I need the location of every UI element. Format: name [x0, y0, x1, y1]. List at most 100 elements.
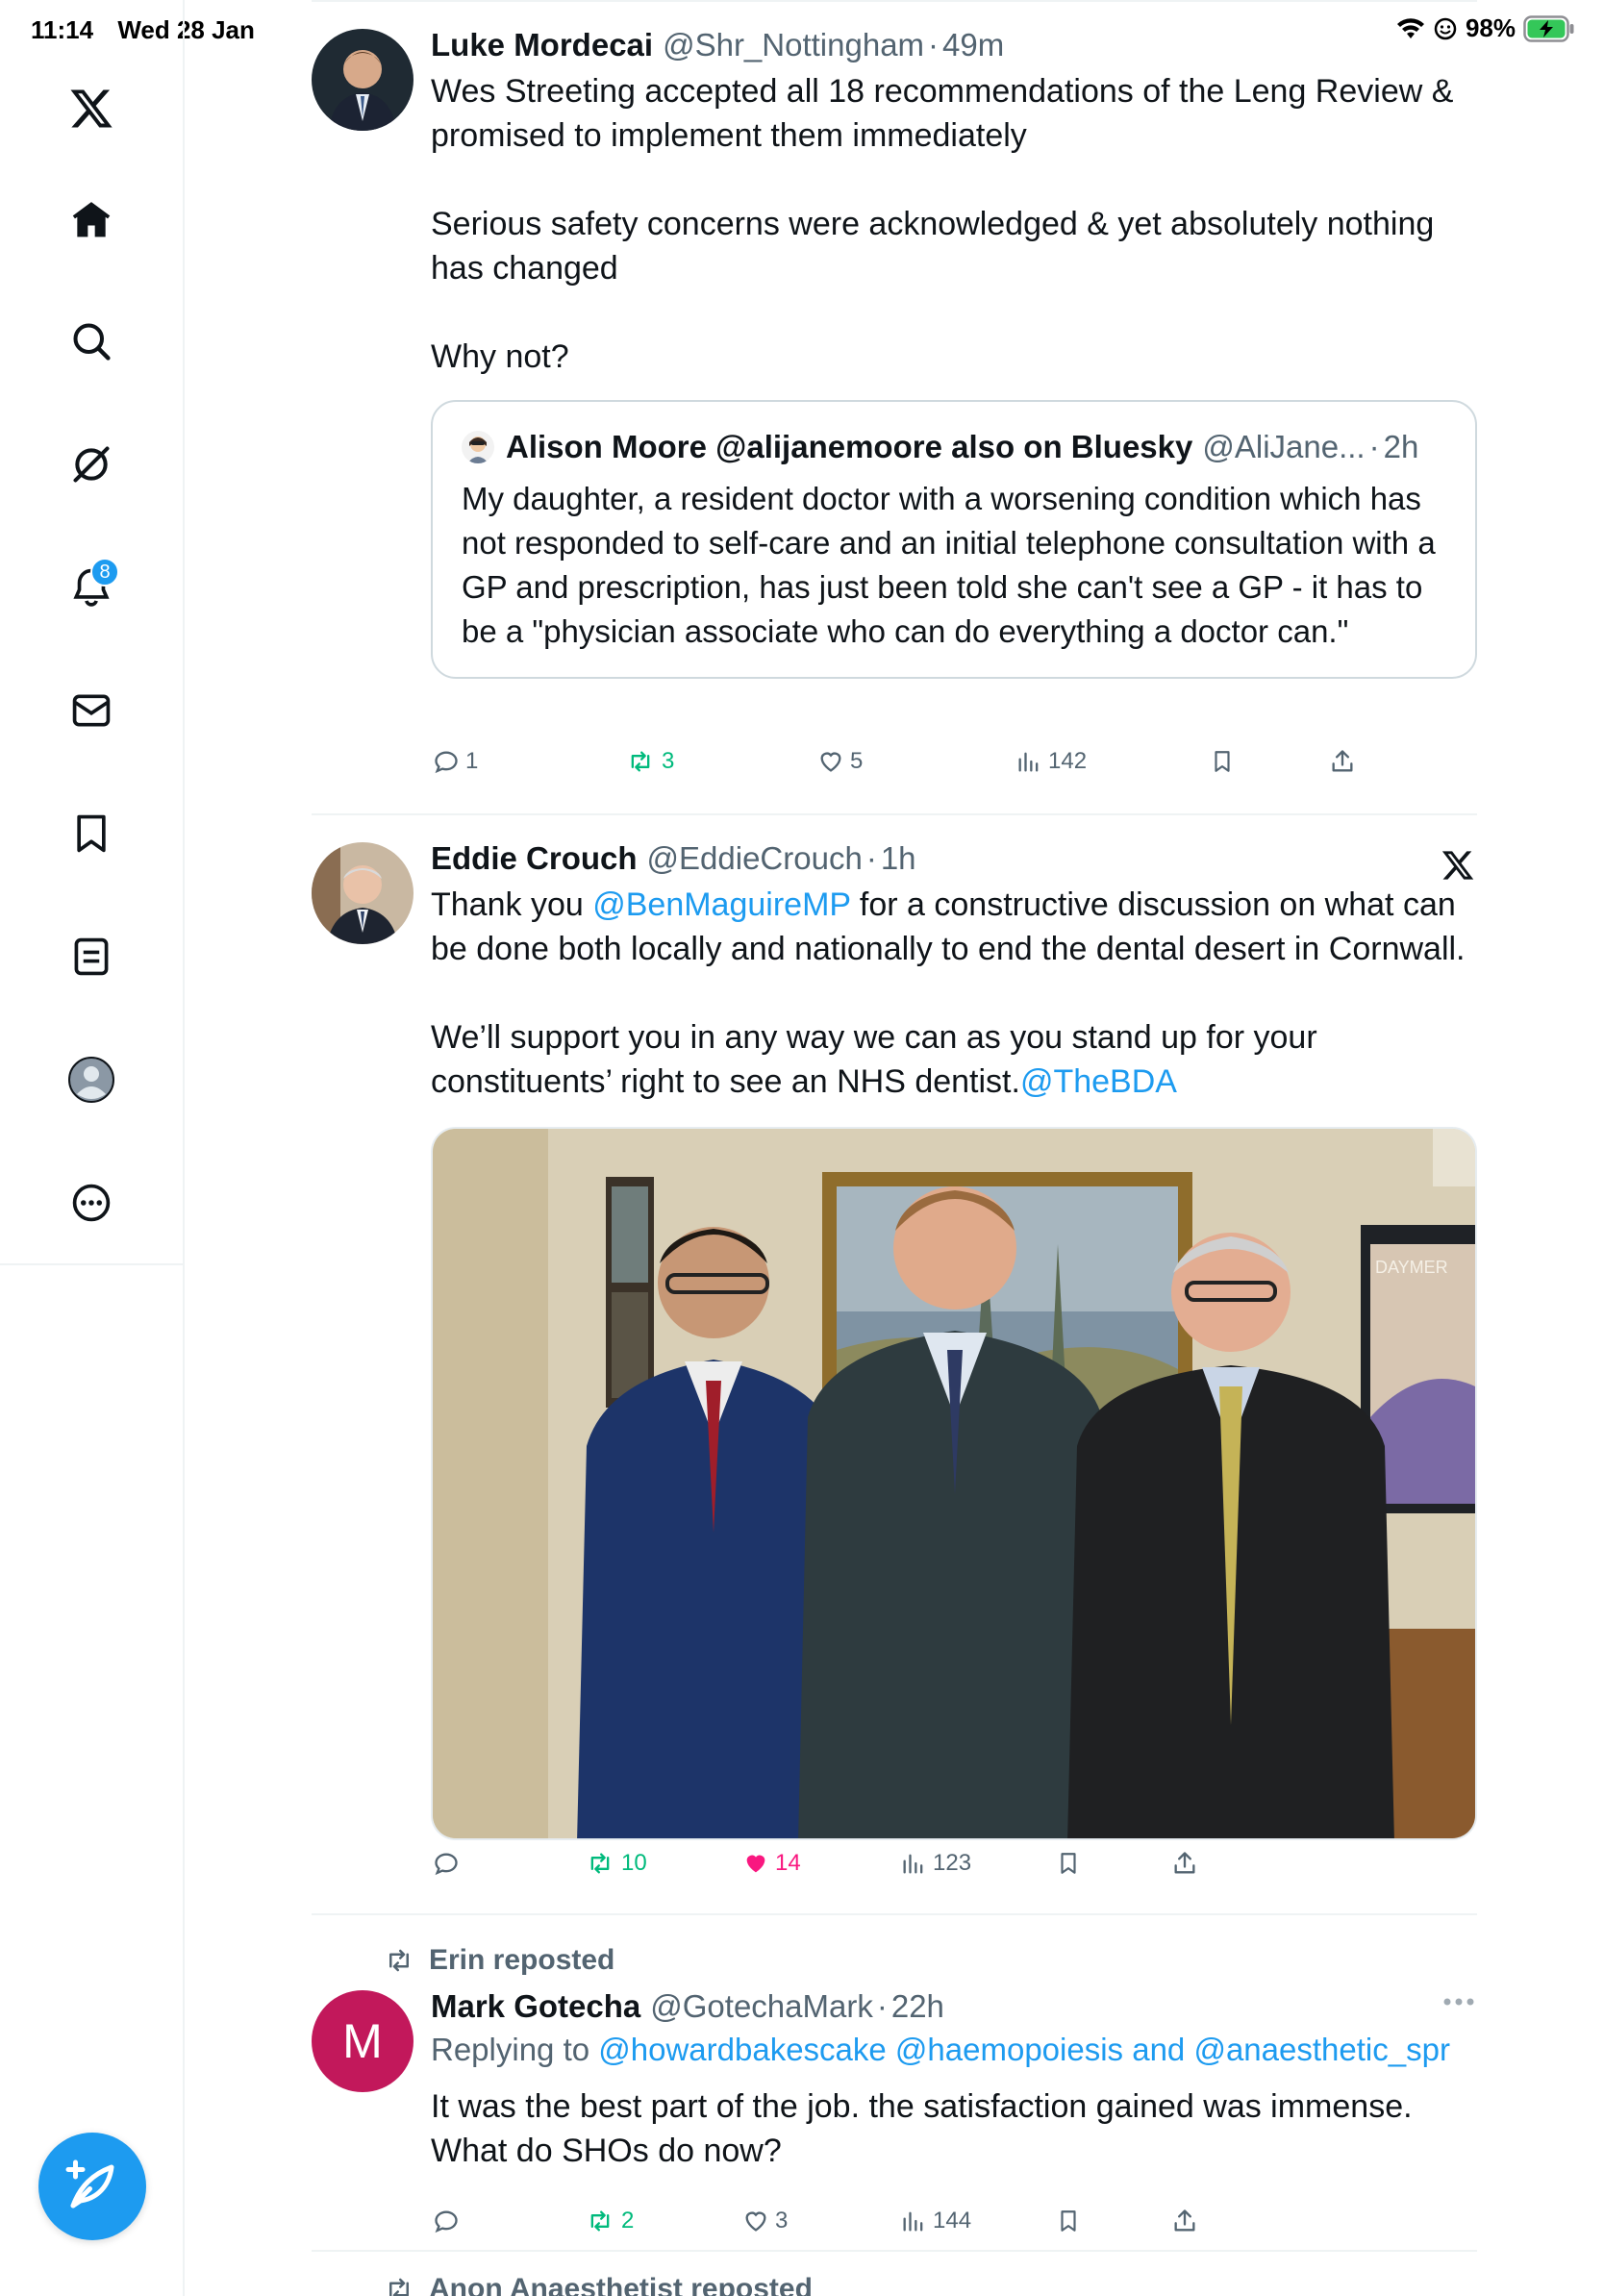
- author-handle[interactable]: @GotechaMark: [650, 1986, 873, 2027]
- reply-icon: [435, 1853, 458, 1876]
- repost-count: 2: [621, 2208, 635, 2234]
- separator-dot: ·: [1368, 429, 1380, 464]
- notifications-badge: 8: [90, 558, 119, 586]
- repost-context-label[interactable]: Erin reposted: [429, 1944, 614, 1977]
- reply-count: 1: [465, 748, 479, 774]
- quoted-tweet-header: Alison Moore @alijanemoore also on Blues…: [462, 427, 1448, 467]
- bookmark-button[interactable]: [1056, 2208, 1081, 2234]
- sidebar-divider: [0, 1263, 185, 1265]
- bookmark-button[interactable]: [1210, 748, 1235, 775]
- more-menu-icon[interactable]: [62, 1173, 121, 1233]
- replying-to: Replying to @howardbakescake @haemopoies…: [431, 2029, 1477, 2071]
- repost-count: 10: [621, 1850, 647, 1876]
- post-time[interactable]: 49m: [942, 25, 1004, 65]
- repost-count: 3: [662, 748, 675, 774]
- notifications-bell-icon[interactable]: 8: [62, 558, 121, 617]
- post-time[interactable]: 22h: [891, 1986, 944, 2027]
- battery-charging-icon: [1523, 14, 1575, 42]
- tweet-actions: 10 14 123: [312, 1850, 1477, 1888]
- tweet-photo[interactable]: DAYMER: [431, 1127, 1477, 1840]
- x-logo-icon[interactable]: [62, 79, 121, 138]
- avatar[interactable]: [312, 842, 414, 944]
- tweet-text: Thank you @BenMaguireMP for a constructi…: [431, 883, 1477, 1104]
- repost-icon: [631, 751, 650, 772]
- tweet-paragraph: Why not?: [431, 338, 569, 375]
- home-icon[interactable]: [62, 190, 121, 250]
- like-button[interactable]: 14: [742, 1850, 801, 1877]
- tweet-paragraph: Serious safety concerns were acknowledge…: [431, 206, 1435, 287]
- tweet-actions: 2 3 144: [312, 2208, 1477, 2246]
- tweet-header: Luke Mordecai @Shr_Nottingham · 49m: [431, 25, 1477, 65]
- lists-icon[interactable]: [62, 927, 121, 986]
- separator-dot: ·: [928, 27, 940, 62]
- mention-link[interactable]: @BenMaguireMP: [592, 886, 850, 923]
- tweet[interactable]: Luke Mordecai @Shr_Nottingham · 49m Wes …: [312, 25, 1477, 794]
- like-count: 5: [850, 748, 864, 774]
- tweet-header: Mark Gotecha @GotechaMark · 22h: [431, 1986, 1477, 2027]
- grok-icon[interactable]: [62, 435, 121, 494]
- share-icon: [1174, 2209, 1195, 2232]
- view-count: 123: [933, 1850, 972, 1876]
- replying-to-handles[interactable]: @howardbakescake @haemopoiesis and @anae…: [598, 2032, 1450, 2067]
- post-time[interactable]: 1h: [881, 838, 916, 879]
- quoted-tweet[interactable]: Alison Moore @alijanemoore also on Blues…: [431, 400, 1477, 679]
- views-button[interactable]: 144: [900, 2208, 971, 2234]
- share-button[interactable]: [1171, 1850, 1198, 1877]
- profile-avatar-icon[interactable]: [62, 1050, 121, 1110]
- repost-context: Anon Anaesthetist reposted: [383, 2275, 813, 2296]
- views-chart-icon: [903, 2211, 923, 2232]
- like-count: 14: [775, 1850, 801, 1876]
- repost-button[interactable]: 10: [585, 1850, 647, 1877]
- reply-button[interactable]: [433, 1850, 465, 1877]
- share-button[interactable]: [1171, 2208, 1198, 2234]
- repost-icon: [590, 1853, 610, 1874]
- tweet[interactable]: Eddie Crouch @EddieCrouch · 1h Thank you…: [312, 838, 1477, 1896]
- bookmarks-icon[interactable]: [62, 804, 121, 863]
- views-button[interactable]: 123: [900, 1850, 971, 1877]
- reply-icon: [435, 751, 458, 774]
- views-chart-icon: [1018, 752, 1039, 772]
- avatar[interactable]: M: [312, 1990, 414, 2092]
- author-name[interactable]: Eddie Crouch: [431, 838, 638, 879]
- text-segment: Thank you: [431, 886, 593, 923]
- text-segment: We’ll support you in any way we can as y…: [431, 1019, 1317, 1100]
- repost-button[interactable]: 2: [585, 2208, 634, 2234]
- share-button[interactable]: [1329, 748, 1356, 775]
- repost-button[interactable]: 3: [625, 748, 674, 775]
- separator-dot: ·: [876, 1988, 888, 2024]
- tweet[interactable]: Erin reposted M Mark Gotecha @GotechaMar…: [312, 1936, 1477, 2244]
- reply-button[interactable]: [433, 2208, 465, 2234]
- quoted-author-avatar: [462, 431, 494, 463]
- tweet-text: Wes Streeting accepted all 18 recommenda…: [431, 69, 1477, 379]
- feed-top-rule: [312, 0, 1477, 2]
- author-handle[interactable]: @EddieCrouch: [647, 838, 863, 879]
- author-name[interactable]: Luke Mordecai: [431, 25, 653, 65]
- repost-icon: [389, 1949, 409, 1972]
- bookmark-button[interactable]: [1056, 1850, 1081, 1877]
- quoted-post-time: 2h: [1383, 429, 1419, 464]
- more-options-icon[interactable]: [1442, 1994, 1475, 2011]
- x-logo-icon[interactable]: [1441, 848, 1475, 887]
- reply-icon: [435, 2210, 458, 2234]
- repost-context-label[interactable]: Anon Anaesthetist reposted: [429, 2275, 813, 2296]
- repost-icon: [389, 2278, 409, 2296]
- author-name[interactable]: Mark Gotecha: [431, 1986, 640, 2027]
- like-button[interactable]: 5: [817, 748, 863, 775]
- mention-link[interactable]: @TheBDA: [1020, 1063, 1177, 1100]
- avatar[interactable]: [312, 29, 414, 131]
- views-button[interactable]: 142: [1015, 748, 1087, 775]
- compose-post-button[interactable]: [38, 2133, 146, 2240]
- tweet-paragraph: Thank you @BenMaguireMP for a constructi…: [431, 883, 1477, 971]
- bookmark-icon: [1061, 1853, 1076, 1874]
- messages-icon[interactable]: [62, 681, 121, 740]
- like-button[interactable]: 3: [742, 2208, 788, 2234]
- sidebar: 8: [0, 0, 185, 2296]
- bookmark-icon: [1061, 2210, 1076, 2232]
- quoted-tweet-text: My daughter, a resident doctor with a wo…: [462, 481, 1436, 649]
- heart-icon: [745, 2211, 766, 2232]
- tweet-separator: [312, 813, 1477, 815]
- author-handle[interactable]: @Shr_Nottingham: [663, 25, 924, 65]
- search-icon[interactable]: [62, 312, 121, 371]
- reply-button[interactable]: 1: [433, 748, 478, 775]
- views-chart-icon: [903, 1854, 923, 1874]
